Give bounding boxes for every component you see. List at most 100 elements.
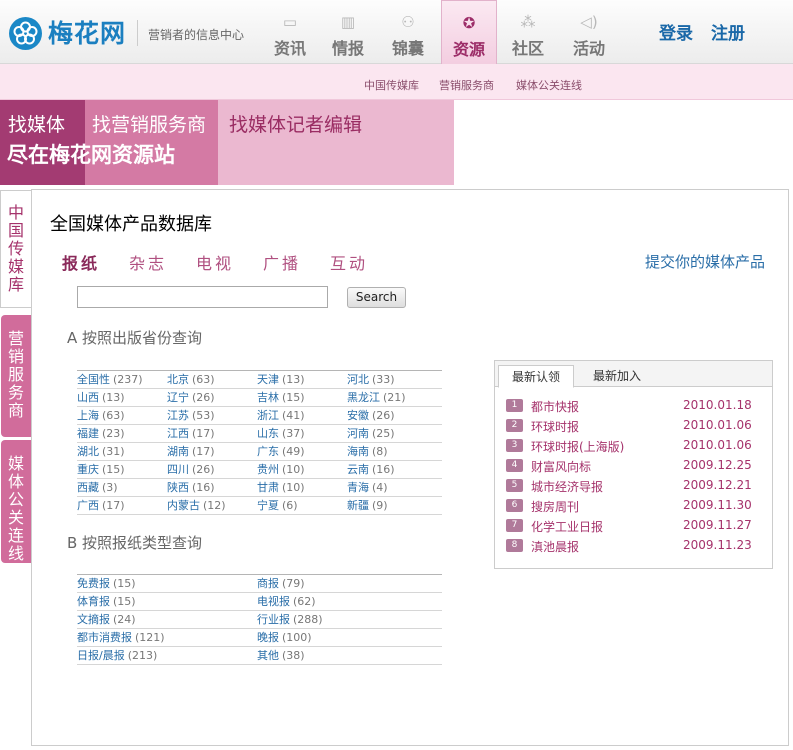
login-link[interactable]: 登录 bbox=[659, 19, 693, 44]
province-name[interactable]: 山东 bbox=[257, 427, 279, 440]
list-item[interactable]: 7 化学工业日报 2009.11.27 bbox=[506, 518, 766, 537]
tab-radio[interactable]: 广播 bbox=[263, 250, 301, 274]
province-cell[interactable]: 新疆 (9) bbox=[347, 498, 388, 514]
list-item[interactable]: 2 环球时报 2010.01.06 bbox=[506, 418, 766, 437]
province-name[interactable]: 青海 bbox=[347, 481, 369, 494]
site-logo-text[interactable]: 梅花网 bbox=[48, 14, 126, 50]
type-name[interactable]: 商报 bbox=[257, 577, 279, 590]
type-cell[interactable]: 都市消费报 (121) bbox=[77, 630, 165, 646]
province-name[interactable]: 西藏 bbox=[77, 481, 99, 494]
search-input[interactable] bbox=[77, 286, 328, 308]
search-button[interactable]: Search bbox=[347, 287, 406, 308]
subnav-media-library[interactable]: 中国传媒库 bbox=[364, 77, 419, 93]
province-cell[interactable]: 宁夏 (6) bbox=[257, 498, 298, 514]
type-cell[interactable]: 免费报 (15) bbox=[77, 576, 136, 592]
province-cell[interactable]: 甘肃 (10) bbox=[257, 480, 305, 496]
province-cell[interactable]: 山东 (37) bbox=[257, 426, 305, 442]
province-cell[interactable]: 江苏 (53) bbox=[167, 408, 215, 424]
nav-item-events[interactable]: ◁) 活动 bbox=[563, 0, 615, 64]
register-link[interactable]: 注册 bbox=[711, 19, 745, 44]
subnav-service-providers[interactable]: 营销服务商 bbox=[439, 77, 494, 93]
province-name[interactable]: 河北 bbox=[347, 373, 369, 386]
media-title-link[interactable]: 环球时报 bbox=[531, 418, 579, 435]
type-cell[interactable]: 电视报 (62) bbox=[257, 594, 316, 610]
province-cell[interactable]: 贵州 (10) bbox=[257, 462, 305, 478]
province-name[interactable]: 河南 bbox=[347, 427, 369, 440]
province-name[interactable]: 新疆 bbox=[347, 499, 369, 512]
type-cell[interactable]: 行业报 (288) bbox=[257, 612, 323, 628]
province-cell[interactable]: 青海 (4) bbox=[347, 480, 388, 496]
province-name[interactable]: 贵州 bbox=[257, 463, 279, 476]
province-name[interactable]: 浙江 bbox=[257, 409, 279, 422]
list-item[interactable]: 6 搜房周刊 2009.11.30 bbox=[506, 498, 766, 517]
province-cell[interactable]: 河北 (33) bbox=[347, 372, 395, 388]
province-name[interactable]: 福建 bbox=[77, 427, 99, 440]
province-name[interactable]: 安徽 bbox=[347, 409, 369, 422]
province-cell[interactable]: 辽宁 (26) bbox=[167, 390, 215, 406]
type-name[interactable]: 行业报 bbox=[257, 613, 290, 626]
province-cell[interactable]: 吉林 (15) bbox=[257, 390, 305, 406]
province-name[interactable]: 陕西 bbox=[167, 481, 189, 494]
province-name[interactable]: 江西 bbox=[167, 427, 189, 440]
province-cell[interactable]: 山西 (13) bbox=[77, 390, 125, 406]
type-cell[interactable]: 商报 (79) bbox=[257, 576, 305, 592]
tab-interactive[interactable]: 互动 bbox=[330, 250, 368, 274]
type-name[interactable]: 文摘报 bbox=[77, 613, 110, 626]
province-cell[interactable]: 陕西 (16) bbox=[167, 480, 215, 496]
province-cell[interactable]: 四川 (26) bbox=[167, 462, 215, 478]
list-item[interactable]: 8 滇池晨报 2009.11.23 bbox=[506, 538, 766, 557]
type-name[interactable]: 都市消费报 bbox=[77, 631, 132, 644]
nav-item-intelligence[interactable]: ▥ 情报 bbox=[322, 0, 374, 64]
province-cell[interactable]: 安徽 (26) bbox=[347, 408, 395, 424]
subnav-pr-connect[interactable]: 媒体公关连线 bbox=[516, 77, 582, 93]
type-name[interactable]: 其他 bbox=[257, 649, 279, 662]
type-name[interactable]: 日报/晨报 bbox=[77, 649, 125, 662]
province-name[interactable]: 山西 bbox=[77, 391, 99, 404]
province-cell[interactable]: 广西 (17) bbox=[77, 498, 125, 514]
province-cell[interactable]: 上海 (63) bbox=[77, 408, 125, 424]
province-name[interactable]: 江苏 bbox=[167, 409, 189, 422]
media-title-link[interactable]: 搜房周刊 bbox=[531, 498, 579, 515]
province-name[interactable]: 广东 bbox=[257, 445, 279, 458]
province-cell[interactable]: 湖北 (31) bbox=[77, 444, 125, 460]
province-cell[interactable]: 内蒙古 (12) bbox=[167, 498, 226, 514]
province-name[interactable]: 吉林 bbox=[257, 391, 279, 404]
province-cell[interactable]: 黑龙江 (21) bbox=[347, 390, 406, 406]
province-cell[interactable]: 全国性 (237) bbox=[77, 372, 143, 388]
type-name[interactable]: 晚报 bbox=[257, 631, 279, 644]
province-name[interactable]: 重庆 bbox=[77, 463, 99, 476]
province-name[interactable]: 天津 bbox=[257, 373, 279, 386]
province-name[interactable]: 辽宁 bbox=[167, 391, 189, 404]
type-cell[interactable]: 文摘报 (24) bbox=[77, 612, 136, 628]
province-name[interactable]: 黑龙江 bbox=[347, 391, 380, 404]
tab-latest-added[interactable]: 最新加入 bbox=[585, 365, 649, 388]
media-title-link[interactable]: 环球时报(上海版) bbox=[531, 438, 624, 455]
list-item[interactable]: 5 城市经济导报 2009.12.21 bbox=[506, 478, 766, 497]
province-name[interactable]: 宁夏 bbox=[257, 499, 279, 512]
type-cell[interactable]: 日报/晨报 (213) bbox=[77, 648, 157, 664]
province-cell[interactable]: 西藏 (3) bbox=[77, 480, 118, 496]
province-name[interactable]: 海南 bbox=[347, 445, 369, 458]
type-name[interactable]: 电视报 bbox=[257, 595, 290, 608]
province-cell[interactable]: 重庆 (15) bbox=[77, 462, 125, 478]
province-cell[interactable]: 河南 (25) bbox=[347, 426, 395, 442]
nav-item-tips[interactable]: ⚇ 锦囊 bbox=[382, 0, 434, 64]
province-cell[interactable]: 湖南 (17) bbox=[167, 444, 215, 460]
side-tab-media-library[interactable]: 中国传媒库 bbox=[0, 190, 31, 308]
nav-item-resources[interactable]: ✪ 资源 bbox=[441, 0, 497, 65]
province-name[interactable]: 上海 bbox=[77, 409, 99, 422]
province-name[interactable]: 四川 bbox=[167, 463, 189, 476]
province-name[interactable]: 北京 bbox=[167, 373, 189, 386]
type-name[interactable]: 体育报 bbox=[77, 595, 110, 608]
province-cell[interactable]: 海南 (8) bbox=[347, 444, 388, 460]
type-cell[interactable]: 体育报 (15) bbox=[77, 594, 136, 610]
province-name[interactable]: 云南 bbox=[347, 463, 369, 476]
side-tab-pr-connect[interactable]: 媒体公关连线 bbox=[1, 440, 31, 563]
media-title-link[interactable]: 都市快报 bbox=[531, 398, 579, 415]
list-item[interactable]: 1 都市快报 2010.01.18 bbox=[506, 398, 766, 417]
province-cell[interactable]: 江西 (17) bbox=[167, 426, 215, 442]
list-item[interactable]: 4 财富风向标 2009.12.25 bbox=[506, 458, 766, 477]
province-cell[interactable]: 浙江 (41) bbox=[257, 408, 305, 424]
media-title-link[interactable]: 财富风向标 bbox=[531, 458, 591, 475]
province-cell[interactable]: 广东 (49) bbox=[257, 444, 305, 460]
